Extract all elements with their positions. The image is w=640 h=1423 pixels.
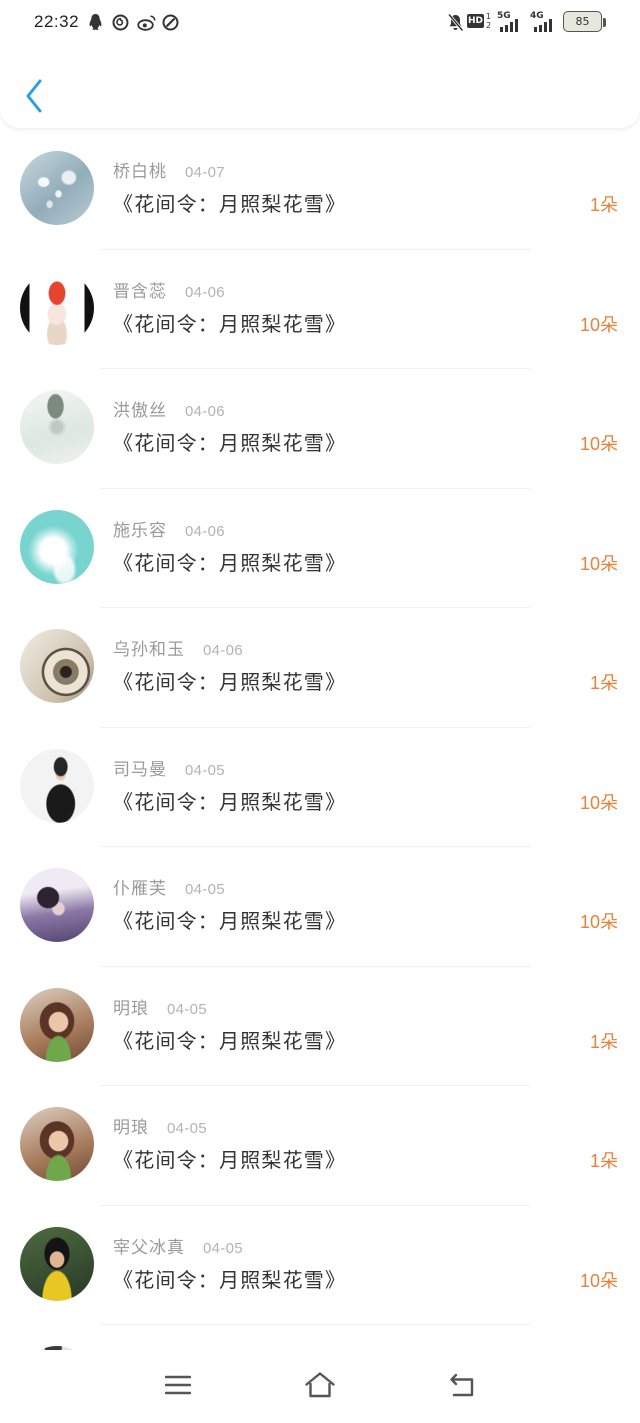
book-title: 《花间令：月照梨花雪》	[113, 672, 347, 694]
battery-icon: 85	[563, 11, 602, 32]
system-nav-bar	[0, 1350, 640, 1423]
avatar[interactable]	[20, 270, 94, 345]
user-name[interactable]: 仆雁芙	[113, 879, 167, 898]
book-title: 《花间令：月照梨花雪》	[113, 313, 347, 336]
qq-icon	[89, 14, 102, 30]
home-icon[interactable]	[304, 1371, 336, 1399]
gift-date: 04-06	[185, 522, 225, 540]
sim-label-2: 2	[486, 21, 492, 30]
flower-count: 10朵	[579, 792, 618, 813]
gift-date: 04-05	[185, 761, 225, 779]
gift-date: 04-06	[203, 642, 243, 659]
item-meta: 仆雁芙 04-05	[113, 879, 225, 899]
user-name[interactable]: 施乐容	[113, 521, 167, 540]
signal-bars-icon	[500, 19, 518, 32]
flower-count: 1朵	[589, 673, 618, 693]
avatar[interactable]	[20, 151, 94, 225]
gift-record-list: 桥白桃 04-07 《花间令：月照梨花雪》 1朵 晋含蕊 04-06 《花间令：月照…	[0, 130, 640, 1325]
item-meta: 洪傲丝 04-06	[113, 401, 225, 421]
flower-count: 1朵	[589, 1031, 618, 1052]
book-title: 《花间令：月照梨花雪》	[113, 791, 347, 814]
list-item[interactable]: 洪傲丝 04-06 《花间令：月照梨花雪》 10朵	[0, 369, 640, 489]
avatar[interactable]	[20, 748, 94, 823]
gift-date: 04-05	[203, 1239, 243, 1257]
book-title: 《花间令：月照梨花雪》	[113, 1269, 347, 1292]
user-name[interactable]: 宰父冰真	[113, 1238, 185, 1257]
divider	[100, 1324, 530, 1325]
flower-count: 10朵	[579, 912, 618, 932]
book-title: 《花间令：月照梨花雪》	[113, 1150, 347, 1172]
clock: 22:32	[34, 12, 80, 31]
list-item[interactable]: 明琅 04-05 《花间令：月照梨花雪》 1朵	[0, 1086, 640, 1206]
avatar[interactable]	[20, 868, 94, 942]
list-item[interactable]: 施乐容 04-06 《花间令：月照梨花雪》 10朵	[0, 489, 640, 608]
list-item[interactable]: 仆雁芙 04-05 《花间令：月照梨花雪》 10朵	[0, 847, 640, 967]
avatar[interactable]	[20, 390, 94, 464]
user-name[interactable]: 乌孙和玉	[113, 640, 185, 659]
user-name[interactable]: 明琅	[113, 999, 149, 1018]
list-item[interactable]: 明琅 04-05 《花间令：月照梨花雪》 1朵	[0, 967, 640, 1086]
avatar[interactable]	[20, 987, 94, 1062]
gift-date: 04-06	[185, 283, 225, 301]
top-header: 22:32 HD 1 2 5G 4G 85	[0, 0, 640, 128]
user-name[interactable]: 司马曼	[113, 760, 167, 779]
weibo-icon	[137, 15, 156, 31]
user-name[interactable]: 明琅	[113, 1118, 149, 1137]
user-name[interactable]: 晋含蕊	[113, 282, 167, 301]
flower-count: 10朵	[579, 434, 618, 454]
avatar[interactable]	[20, 1226, 94, 1301]
item-meta: 施乐容 04-06	[113, 521, 225, 541]
item-meta: 司马曼 04-05	[113, 760, 225, 780]
flower-count: 1朵	[589, 195, 618, 215]
gift-date: 04-05	[167, 1120, 207, 1137]
app-icon	[162, 14, 179, 31]
bell-off-icon	[447, 13, 464, 32]
signal-bars-icon	[534, 19, 552, 32]
menu-icon[interactable]	[165, 1375, 191, 1395]
back-icon[interactable]	[448, 1372, 476, 1398]
list-item[interactable]: 晋含蕊 04-06 《花间令：月照梨花雪》 10朵	[0, 250, 640, 369]
battery-tip	[603, 18, 606, 27]
sim-label-1: 1	[486, 12, 492, 21]
user-name[interactable]: 桥白桃	[113, 162, 167, 181]
list-item[interactable]: 乌孙和玉 04-06 《花间令：月照梨花雪》 1朵	[0, 608, 640, 728]
avatar[interactable]	[20, 509, 94, 584]
avatar[interactable]	[20, 629, 94, 703]
book-title: 《花间令：月照梨花雪》	[113, 1030, 347, 1053]
item-meta: 明琅 04-05	[113, 1118, 207, 1138]
book-title: 《花间令：月照梨花雪》	[113, 911, 347, 933]
avatar[interactable]	[20, 1107, 94, 1181]
item-meta: 桥白桃 04-07	[113, 162, 225, 182]
list-item[interactable]: 桥白桃 04-07 《花间令：月照梨花雪》 1朵	[0, 130, 640, 250]
item-meta: 明琅 04-05	[113, 999, 207, 1019]
flower-count: 10朵	[579, 314, 618, 335]
gift-date: 04-06	[185, 403, 225, 420]
list-item[interactable]: 宰父冰真 04-05 《花间令：月照梨花雪》 10朵	[0, 1206, 640, 1325]
hd-voice-badge: HD	[467, 14, 484, 28]
flower-count: 1朵	[589, 1151, 618, 1171]
book-title: 《花间令：月照梨花雪》	[113, 433, 347, 455]
gift-date: 04-05	[167, 1000, 207, 1018]
item-meta: 乌孙和玉 04-06	[113, 640, 243, 660]
list-item[interactable]: 司马曼 04-05 《花间令：月照梨花雪》 10朵	[0, 728, 640, 847]
user-name[interactable]: 洪傲丝	[113, 401, 167, 420]
gift-date: 04-05	[185, 881, 225, 898]
book-title: 《花间令：月照梨花雪》	[113, 194, 347, 216]
music-icon	[112, 14, 129, 31]
flower-count: 10朵	[579, 1270, 618, 1291]
item-meta: 晋含蕊 04-06	[113, 282, 225, 302]
flower-count: 10朵	[579, 553, 618, 574]
gift-date: 04-07	[185, 164, 225, 181]
item-meta: 宰父冰真 04-05	[113, 1238, 243, 1258]
book-title: 《花间令：月照梨花雪》	[113, 552, 347, 575]
chevron-left-icon[interactable]	[22, 76, 50, 116]
